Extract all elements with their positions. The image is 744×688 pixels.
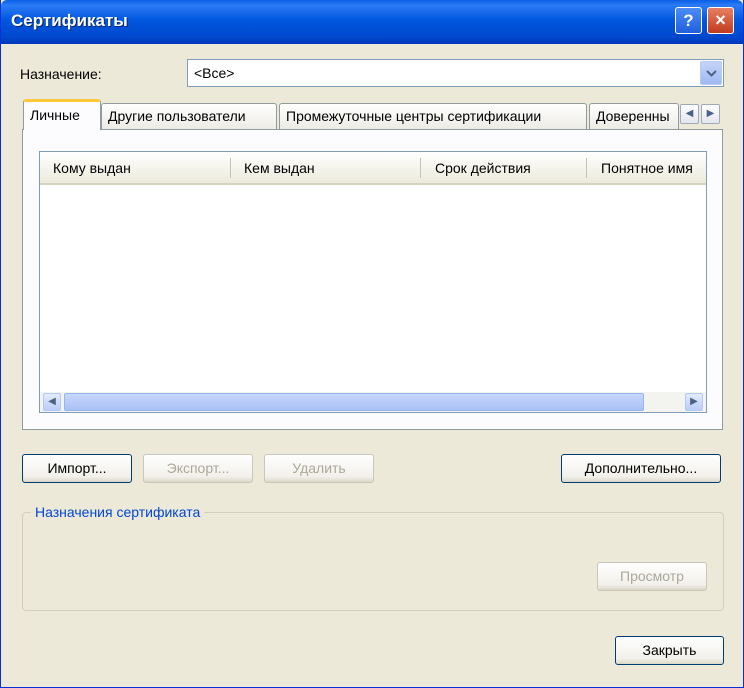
- column-header-expiration[interactable]: Срок действия: [435, 160, 531, 176]
- title-bar[interactable]: Сертификаты ? ×: [1, 0, 743, 44]
- tab-label: Другие пользователи: [108, 108, 246, 124]
- scroll-left-button[interactable]: ◀: [43, 393, 61, 411]
- tab-intermediate-ca[interactable]: Промежуточные центры сертификации: [279, 103, 587, 129]
- close-window-button[interactable]: ×: [707, 7, 734, 34]
- purpose-label: Назначение:: [20, 66, 102, 82]
- chevron-down-icon: [706, 70, 717, 77]
- delete-button[interactable]: Удалить: [264, 454, 374, 483]
- advanced-button[interactable]: Дополнительно...: [561, 454, 721, 483]
- import-button[interactable]: Импорт...: [22, 454, 132, 483]
- tab-scroll-right-button[interactable]: ▶: [701, 104, 720, 124]
- help-button[interactable]: ?: [675, 7, 702, 34]
- tab-scroll-left-button[interactable]: ◀: [680, 104, 699, 124]
- tab-label: Доверенны: [596, 108, 670, 124]
- column-header-friendly-name[interactable]: Понятное имя: [601, 160, 693, 176]
- window-title: Сертификаты: [11, 11, 128, 30]
- column-divider[interactable]: [230, 158, 231, 178]
- arrow-right-icon: ▶: [690, 396, 698, 407]
- purpose-selected-value: <Все>: [194, 65, 235, 81]
- certificates-dialog: Сертификаты ? × Назначение: <Все> Личные…: [0, 0, 744, 688]
- view-button[interactable]: Просмотр: [597, 562, 707, 591]
- tab-personal[interactable]: Личные: [23, 99, 101, 130]
- arrow-left-icon: ◀: [48, 396, 56, 407]
- purpose-select[interactable]: <Все>: [187, 59, 724, 87]
- horizontal-scrollbar[interactable]: ◀ ▶: [40, 392, 706, 412]
- close-icon: ×: [715, 10, 726, 30]
- column-header-issued-by[interactable]: Кем выдан: [244, 160, 315, 176]
- close-button[interactable]: Закрыть: [615, 636, 724, 665]
- tab-label: Промежуточные центры сертификации: [286, 108, 542, 124]
- certificate-purposes-label: Назначения сертификата: [31, 504, 205, 520]
- purpose-dropdown-button[interactable]: [700, 61, 722, 85]
- list-header: Кому выдан Кем выдан Срок действия Понят…: [40, 152, 706, 185]
- help-icon: ?: [683, 11, 694, 30]
- tab-trusted-root-ca[interactable]: Доверенны: [589, 103, 679, 129]
- tab-other-people[interactable]: Другие пользователи: [101, 103, 277, 129]
- column-divider[interactable]: [420, 158, 421, 178]
- tab-label: Личные: [30, 107, 80, 123]
- export-button[interactable]: Экспорт...: [143, 454, 253, 483]
- scrollbar-thumb[interactable]: [64, 393, 644, 411]
- certificates-list[interactable]: Кому выдан Кем выдан Срок действия Понят…: [39, 151, 707, 413]
- column-header-issued-to[interactable]: Кому выдан: [53, 160, 131, 176]
- scroll-right-button[interactable]: ▶: [685, 393, 703, 411]
- arrow-left-icon: ◀: [685, 108, 694, 119]
- column-divider[interactable]: [586, 158, 587, 178]
- arrow-right-icon: ▶: [706, 108, 715, 119]
